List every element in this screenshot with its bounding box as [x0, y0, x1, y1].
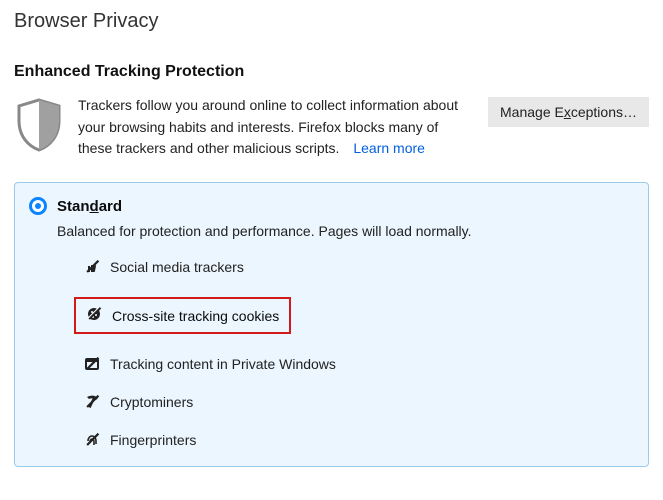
manage-underline: x — [564, 104, 571, 120]
page-title: Browser Privacy — [14, 10, 649, 33]
thumb-slash-icon — [84, 259, 100, 275]
manage-prefix: Manage E — [500, 104, 564, 120]
tracker-label: Fingerprinters — [110, 432, 196, 448]
tracker-item-fingerprinters: Fingerprinters — [84, 432, 630, 448]
tracker-item-social: Social media trackers — [84, 259, 630, 275]
standard-label-underline: d — [90, 198, 99, 215]
standard-label-prefix: Stan — [57, 198, 90, 215]
highlight-cross-site: Cross-site tracking cookies — [74, 297, 291, 334]
pickaxe-slash-icon — [84, 394, 100, 410]
tracker-label: Cross-site tracking cookies — [112, 308, 279, 324]
learn-more-link[interactable]: Learn more — [353, 140, 425, 156]
etp-description: Trackers follow you around online to col… — [78, 95, 474, 160]
tracker-label: Social media trackers — [110, 259, 244, 275]
etp-row: Trackers follow you around online to col… — [14, 95, 649, 160]
tracker-label: Tracking content in Private Windows — [110, 356, 336, 372]
tracker-item-private: Tracking content in Private Windows — [84, 356, 630, 372]
etp-heading: Enhanced Tracking Protection — [14, 63, 649, 81]
window-slash-icon — [84, 356, 100, 372]
standard-head: Standard — [29, 197, 630, 215]
manage-exceptions-button[interactable]: Manage Exceptions… — [488, 97, 649, 127]
standard-label-suffix: ard — [99, 198, 122, 215]
shield-icon — [14, 95, 64, 156]
tracker-label: Cryptominers — [110, 394, 193, 410]
cookie-slash-icon — [86, 306, 102, 325]
tracker-list: Social media trackers Cross-site trackin… — [84, 259, 630, 448]
standard-label: Standard — [57, 198, 122, 215]
standard-radio[interactable] — [29, 197, 47, 215]
standard-option-card[interactable]: Standard Balanced for protection and per… — [14, 182, 649, 467]
fingerprint-slash-icon — [84, 432, 100, 448]
standard-description: Balanced for protection and performance.… — [57, 223, 630, 239]
tracker-item-cryptominers: Cryptominers — [84, 394, 630, 410]
manage-suffix: ceptions… — [571, 104, 637, 120]
